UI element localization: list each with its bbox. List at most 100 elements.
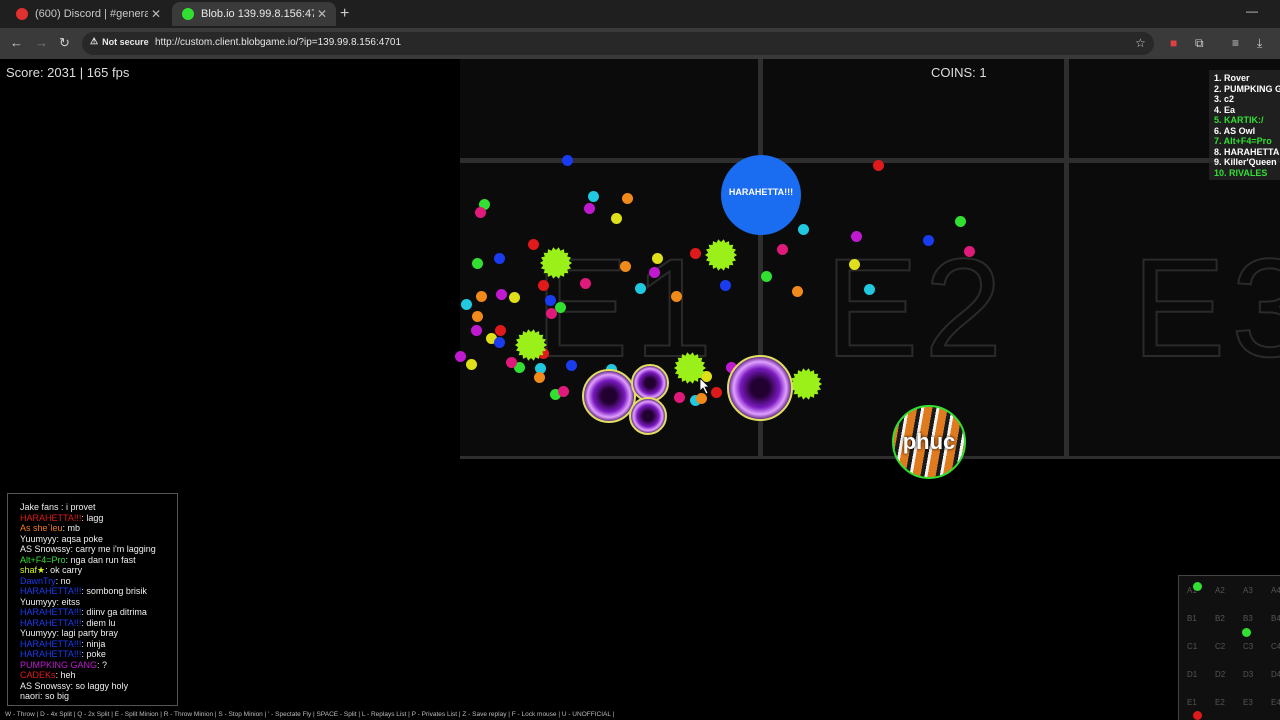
- url-text[interactable]: http://custom.client.blobgame.io/?ip=139…: [155, 37, 401, 48]
- extensions-puzzle-icon[interactable]: ⧉: [1195, 36, 1204, 51]
- chat-message: Yuumyyy: aqsa poke: [20, 534, 156, 545]
- minimap-marker: [1193, 582, 1202, 591]
- virus: [540, 247, 572, 279]
- tab-blob[interactable]: Blob.io 139.99.8.156:4701 ✕: [172, 2, 336, 26]
- grid-line: [460, 158, 1280, 163]
- close-tab-icon[interactable]: ✕: [148, 7, 164, 21]
- food-pellet: [562, 155, 573, 166]
- mouse-cursor-icon: [700, 378, 710, 394]
- chat-text: : lagi party bray: [56, 628, 119, 638]
- minimap-cell-label: C3: [1243, 642, 1254, 651]
- food-pellet: [495, 325, 506, 336]
- minimap-cell-label: E3: [1243, 698, 1253, 707]
- address-bar[interactable]: ⚠ Not secure http://custom.client.blobgam…: [82, 32, 1154, 55]
- grid-line: [460, 456, 1280, 459]
- chat-sender: CADEKs: [20, 670, 56, 680]
- sector-label: E2: [824, 228, 1009, 387]
- chat-message: HARAHETTA!!!: sombong brisik: [20, 586, 156, 597]
- player-name: phuc: [902, 429, 956, 454]
- food-pellet: [864, 284, 875, 295]
- download-icon[interactable]: ⤓: [1257, 36, 1262, 51]
- chat-text: : ninja: [81, 638, 106, 649]
- virus: [515, 329, 547, 361]
- enemy-cell-harahetta: HARAHETTA!!!: [721, 155, 801, 235]
- food-pellet: [496, 289, 507, 300]
- minimap-cell-label: C4: [1271, 642, 1280, 651]
- chat-messages: Jake fans : i provet HARAHETTA!!!: lagg As…: [20, 502, 156, 702]
- chat-sender: HARAHETTA!!!: [20, 638, 82, 649]
- chat-text: : carry me i'm lagging: [70, 544, 156, 554]
- chat-sender: As she`leu: [20, 523, 63, 533]
- forward-icon[interactable]: →: [35, 35, 48, 50]
- minimap-marker: [1193, 711, 1202, 720]
- food-pellet: [635, 283, 646, 294]
- food-pellet: [475, 207, 486, 218]
- food-pellet: [761, 271, 772, 282]
- chat-text: : i provet: [61, 502, 96, 512]
- browser-toolbar: ← → ↻ ⚠ Not secure http://custom.client.b…: [0, 28, 1280, 59]
- minimize-icon[interactable]: —: [1246, 4, 1258, 18]
- food-pellet: [923, 235, 934, 246]
- chat-message: HARAHETTA!!!: diem lu: [20, 618, 156, 629]
- food-pellet: [471, 325, 482, 336]
- chat-message: As she`leu: mb: [20, 523, 156, 534]
- chat-text: : diinv ga ditrima: [81, 607, 147, 617]
- game-canvas[interactable]: E1 E2 E3 HARAHETTA!!! phuc Score: 2031 |…: [0, 59, 1280, 720]
- chat-message: Yuumyyy: eitss: [20, 597, 156, 608]
- minimap-cell-label: A4: [1271, 586, 1280, 595]
- blob-favicon-icon: [182, 8, 194, 20]
- food-pellet: [671, 291, 682, 302]
- close-tab-icon[interactable]: ✕: [314, 7, 330, 21]
- food-pellet: [611, 213, 622, 224]
- virus: [790, 368, 822, 400]
- back-icon[interactable]: ←: [10, 35, 23, 50]
- new-tab-icon[interactable]: +: [340, 5, 349, 23]
- leaderboard-entry: 3. c2: [1214, 94, 1235, 104]
- player-cell: [582, 369, 636, 423]
- security-indicator[interactable]: ⚠ Not secure: [90, 36, 149, 47]
- chat-sender: shaf★: [20, 565, 46, 575]
- chat-text: : eitss: [56, 596, 81, 607]
- chat-text: : ok carry: [45, 565, 83, 575]
- minimap-cell-label: E2: [1215, 698, 1225, 707]
- food-pellet: [696, 393, 707, 404]
- player-name: HARAHETTA!!!: [728, 187, 794, 197]
- food-pellet: [494, 253, 505, 264]
- tab-discord[interactable]: (600) Discord | #general-chat | ✕: [6, 2, 170, 26]
- food-pellet: [466, 359, 477, 370]
- food-pellet: [851, 231, 862, 242]
- chat-sender: HARAHETTA!!!: [20, 617, 82, 628]
- food-pellet: [494, 337, 505, 348]
- chat-message: HARAHETTA!!!: lagg: [20, 513, 156, 524]
- grid-line: [1064, 59, 1069, 459]
- food-pellet: [528, 239, 539, 250]
- minimap-player-marker: [1242, 628, 1251, 637]
- chat-sender: Yuumyyy: [20, 628, 57, 638]
- leaderboard-entry: 8. HARAHETTA: [1214, 146, 1280, 157]
- reload-icon[interactable]: ↻: [59, 35, 70, 51]
- food-pellet: [584, 203, 595, 214]
- minimap-cell-label: C2: [1215, 642, 1226, 651]
- food-pellet: [873, 160, 884, 171]
- chat-message: CADEKs: heh: [20, 670, 156, 681]
- food-pellet: [538, 280, 549, 291]
- chat-sender: HARAHETTA!!!: [20, 586, 82, 596]
- chat-message: Jake fans : i provet: [20, 502, 156, 513]
- food-pellet: [476, 291, 487, 302]
- chat-box[interactable]: Jake fans : i provet HARAHETTA!!!: lagg As…: [7, 493, 178, 706]
- food-pellet: [472, 311, 483, 322]
- food-pellet: [649, 267, 660, 278]
- extension-badge-icon[interactable]: ■: [1170, 36, 1177, 50]
- bookmark-star-icon[interactable]: ☆: [1135, 36, 1146, 50]
- food-pellet: [558, 386, 569, 397]
- food-pellet: [720, 280, 731, 291]
- chat-text: : poke: [81, 649, 106, 659]
- food-pellet: [461, 299, 472, 310]
- minimap-cell-label: C1: [1187, 642, 1198, 651]
- media-control-icon[interactable]: ≡: [1232, 36, 1239, 50]
- minimap-cell-label: D2: [1215, 670, 1226, 679]
- chat-text: : aqsa poke: [56, 533, 104, 544]
- chat-sender: Jake fans: [20, 502, 62, 512]
- chat-message: shaf★: ok carry: [20, 565, 156, 576]
- chat-message: Alt+F4=Pro: nga dan run fast: [20, 555, 156, 566]
